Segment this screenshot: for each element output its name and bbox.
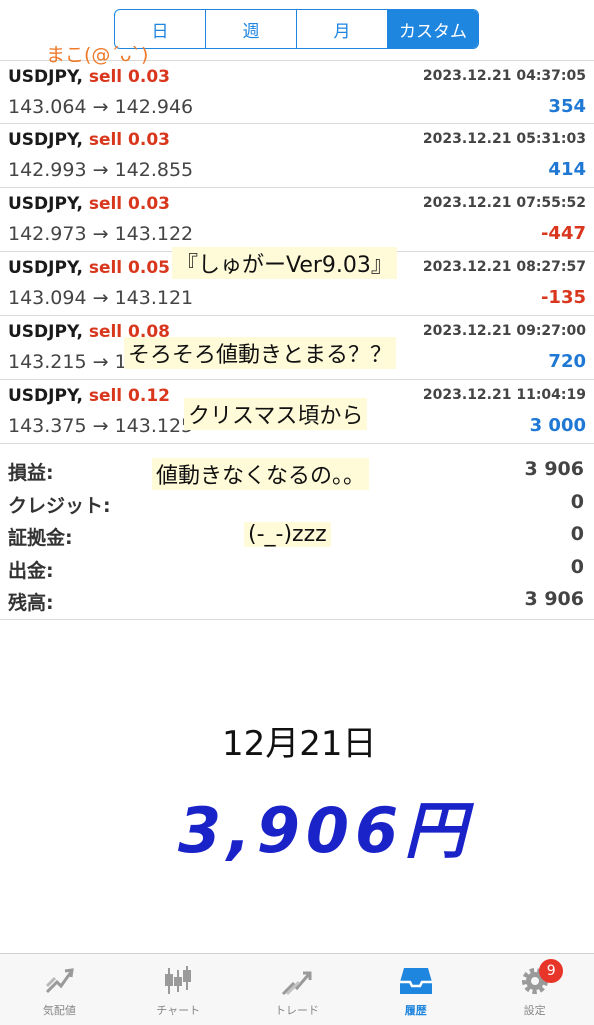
memo-line-2: そろそろ値動きとまる？？ [124,337,397,369]
summary-label: 損益: [8,462,54,484]
trade-datetime: 2023.12.21 04:37:05 [422,68,586,84]
summary-label: 証拠金: [8,527,73,549]
trade-profit: -447 [540,223,586,244]
summary-value: 3 906 [524,588,585,610]
trade-side: sell 0.03 [88,67,170,87]
trade-side: sell 0.03 [88,194,170,214]
trade-prices: 143.094 → 143.121 [8,287,194,309]
tab-quotes[interactable]: 気配値 [0,954,119,1025]
trade-prices: 143.064 → 142.946 [8,96,194,118]
trade-side: sell 0.05 [88,258,170,278]
summary-value: 0 [570,490,584,513]
history-icon [399,968,432,994]
summary-row-credit: クレジット: 0 [0,487,594,520]
tab-label: 履歴 [404,1004,427,1017]
trade-side: sell 0.12 [88,386,170,406]
trade-row[interactable]: USDJPY, sell 0.03 2023.12.21 04:37:05 14… [0,60,594,124]
signature-handwriting: まこ(@´ᴗ`) [46,44,149,66]
summary-value: 0 [570,555,584,578]
chart-icon [165,966,192,994]
summary-label: 残高: [8,592,54,614]
trade-symbol: USDJPY, [8,194,83,214]
summary-value: 3 906 [524,458,585,480]
trade-datetime: 2023.12.21 05:31:03 [422,131,586,147]
trade-profit: -135 [540,287,586,308]
memo-version: 『しゅがーVer9.03』 [172,247,397,279]
period-selector: 日 週 月 カスタム [114,9,479,49]
tab-label: トレード [274,1004,319,1017]
tab-chart[interactable]: チャート [119,954,238,1025]
trade-symbol: USDJPY, [8,130,83,150]
handwritten-amount: 3,906円 [178,794,473,867]
tab-settings[interactable]: 設定 9 [475,954,594,1025]
trade-profit: 354 [548,96,586,117]
summary-label: クレジット: [8,494,111,517]
summary-label: 出金: [8,559,54,582]
handwritten-date: 12月21日 [222,724,377,764]
tab-week[interactable]: 週 [205,10,296,48]
notification-badge: 9 [539,959,564,983]
quotes-icon [46,968,75,994]
trade-symbol: USDJPY, [8,322,83,342]
summary-row-balance: 残高: 3 906 [0,584,594,617]
trade-row[interactable]: USDJPY, sell 0.03 2023.12.21 07:55:52 14… [0,188,594,252]
tab-label: 設定 [523,1004,546,1017]
memo-line-5: (-_-)zzz [244,522,331,547]
summary-row-withdrawal: 出金: 0 [0,552,594,585]
tab-history[interactable]: 履歴 [356,954,475,1025]
tab-label: チャート [156,1004,201,1017]
bottom-tab-bar: 気配値 チャート トレード 履歴 設定 9 [0,953,594,1025]
trade-row[interactable]: USDJPY, sell 0.03 2023.12.21 05:31:03 14… [0,124,594,188]
trade-symbol: USDJPY, [8,386,83,406]
trade-symbol: USDJPY, [8,67,83,87]
trade-prices: 142.993 → 142.855 [8,159,194,181]
tab-month[interactable]: 月 [296,10,387,48]
trade-icon [281,971,312,996]
trade-datetime: 2023.12.21 08:27:57 [422,259,586,275]
summary-value: 0 [570,523,584,545]
trade-prices: 143.375 → 143.125 [8,415,194,437]
trade-datetime: 2023.12.21 11:04:19 [422,387,586,403]
tab-label: 気配値 [42,1004,76,1017]
memo-line-4: 値動きなくなるの。。 [152,458,370,490]
trade-profit: 720 [548,351,586,372]
trade-symbol: USDJPY, [8,258,83,278]
trade-side: sell 0.03 [88,130,170,150]
trade-datetime: 2023.12.21 09:27:00 [422,323,586,339]
trade-profit: 414 [548,159,586,180]
trade-profit: 3 000 [529,415,586,436]
tab-custom[interactable]: カスタム [387,10,478,48]
trade-prices: 142.973 → 143.122 [8,223,194,245]
trade-datetime: 2023.12.21 07:55:52 [422,195,586,211]
memo-line-3: クリスマス頃から [184,398,368,430]
tab-trade[interactable]: トレード [238,954,357,1025]
